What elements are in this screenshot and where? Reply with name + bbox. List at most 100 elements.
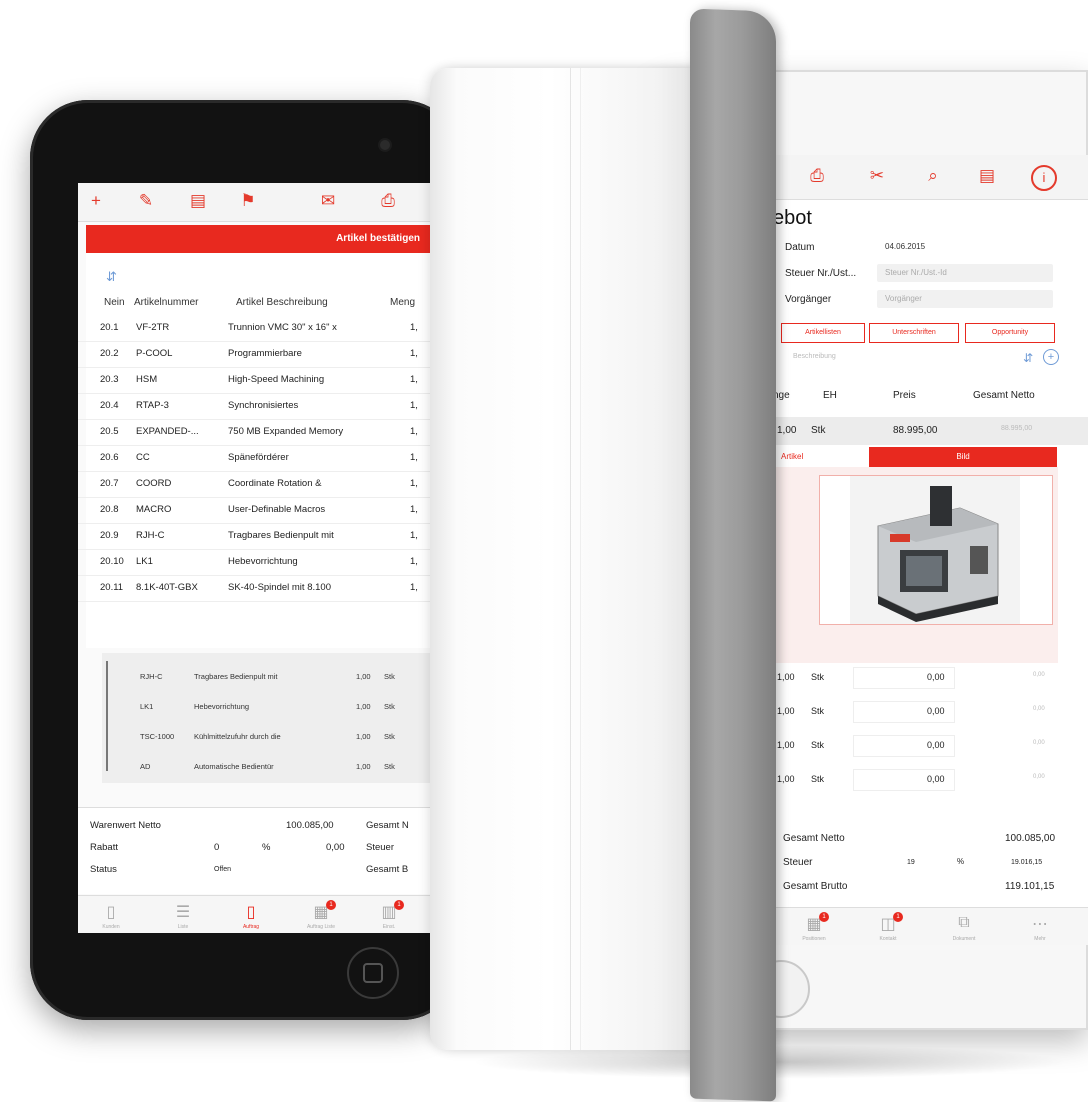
cell-art: EXPANDED-... (136, 426, 199, 437)
sub-row[interactable]: LK1 Hebevorrichtung 1,00 Stk (78, 693, 438, 719)
home-button[interactable] (347, 947, 399, 999)
right-screen: ⎙ ✂ ⌕ ▤ i ebot Datum 04.06.2015 Steuer N… (772, 155, 1088, 945)
segment-artikellisten[interactable]: Artikellisten (781, 323, 865, 343)
cell-no: 20.10 (100, 556, 124, 567)
steuer-label: Steuer (783, 857, 813, 868)
sub-row[interactable]: RJH-C Tragbares Bedienpult mit 1,00 Stk (78, 663, 438, 689)
tab-auftrag-icon[interactable]: ▯ (240, 902, 262, 922)
table-row[interactable]: 20.6 CC Spänefördérer 1, (78, 445, 438, 472)
table-row[interactable]: 20.8 MACRO User-Definable Macros 1, (78, 497, 438, 524)
cell-desc: User-Definable Macros (228, 504, 326, 515)
col-description: Artikel Beschreibung (236, 297, 328, 308)
field-datum[interactable]: Datum 04.06.2015 (773, 237, 1088, 259)
sub-cell-desc: Automatische Bedientür (194, 762, 274, 771)
cell-no: 20.8 (100, 504, 119, 515)
add-icon[interactable]: + (1043, 349, 1059, 365)
segment-opportunity[interactable]: Opportunity (965, 323, 1055, 343)
cell-no: 20.5 (100, 426, 119, 437)
print-icon[interactable]: ⎙ (378, 192, 398, 210)
signature-icon[interactable]: ✎ (136, 192, 156, 210)
tab-liste-icon[interactable]: ☰ (172, 902, 194, 922)
status-value[interactable]: Offen (214, 866, 231, 873)
tab-bild[interactable]: Bild (869, 447, 1057, 467)
sub-cell-art: RJH-C (140, 672, 163, 681)
info-icon[interactable]: i (1031, 165, 1057, 191)
table-row[interactable]: 20.11 8.1K-40T-GBX SK-40-Spindel mit 8.100… (78, 575, 438, 602)
tab-more-icon[interactable]: ⋯ (1029, 914, 1051, 934)
sub-item-row[interactable]: 1,00 Stk 0,00 0,00 (773, 765, 1088, 795)
sub-item-total: 0,00 (1033, 672, 1045, 678)
product-image-frame (819, 475, 1053, 625)
confirm-articles-button[interactable]: Artikel bestätigen (86, 225, 438, 253)
sub-cell-art: LK1 (140, 702, 154, 711)
segment-unterschriften[interactable]: Unterschriften (869, 323, 959, 343)
col-no: Nein (104, 297, 125, 308)
sub-item-qty: 1,00 (777, 672, 795, 682)
tab-more-label: Mehr (1034, 936, 1046, 942)
table-row[interactable]: 20.7 COORD Coordinate Rotation & 1, (78, 471, 438, 498)
total-brutto-row: Gesamt Brutto 119.101,15 (773, 875, 1088, 899)
cell-qty: 1, (410, 400, 418, 411)
sub-item-price: 0,00 (927, 774, 945, 784)
table-row[interactable]: 20.4 RTAP-3 Synchronisiertes 1, (78, 393, 438, 420)
cell-art: P-COOL (136, 348, 173, 359)
page-title: ebot (773, 207, 812, 229)
table-row[interactable]: 20.10 LK1 Hebevorrichtung 1, (78, 549, 438, 576)
field-label: Datum (785, 242, 815, 253)
segment-control: Artikellisten Unterschriften Opportunity (773, 323, 1063, 343)
right-tab-bar: ▦ 1 Positionen ◫ 1 Kontakt ⧉ Dokument ⋯ … (773, 907, 1088, 945)
cell-art: RJH-C (136, 530, 165, 541)
cell-no: 20.1 (100, 322, 119, 333)
gesamt-brutto-label: Gesamt B (366, 864, 409, 875)
print-icon[interactable]: ⎙ (807, 167, 827, 185)
mail-icon[interactable]: ✉ (318, 192, 338, 210)
sub-cell-qty: 1,00 (356, 732, 371, 741)
table-row[interactable]: 20.3 HSM High-Speed Machining 1, (78, 367, 438, 394)
sub-item-total: 0,00 (1033, 740, 1045, 746)
cell-no: 20.9 (100, 530, 119, 541)
cell-art: HSM (136, 374, 158, 385)
tab-dokument-icon[interactable]: ⧉ (953, 914, 975, 934)
table-row[interactable]: 20.5 EXPANDED-... 750 MB Expanded Memory 1, (78, 419, 438, 446)
filter-icon[interactable]: ⇵ (106, 269, 117, 285)
item-row[interactable]: 1,00 Stk 88.995,00 88.995,00 (773, 417, 1088, 445)
filter-icon[interactable]: ⇵ (1023, 351, 1033, 365)
summary-row-rabatt: Rabatt 0 % 0,00 Steuer (78, 838, 438, 858)
table-row[interactable]: 20.1 VF-2TR Trunnion VMC 30" x 16" x 1, (78, 315, 438, 342)
tab-kunden-icon[interactable]: ▯ (100, 902, 122, 922)
search-icon[interactable]: ⌕ (923, 167, 943, 185)
sub-item-row[interactable]: 1,00 Stk 0,00 0,00 (773, 663, 1088, 693)
cell-desc: Hebevorrichtung (228, 556, 298, 567)
tools-icon[interactable]: ✂ (867, 167, 887, 185)
sub-row[interactable]: TSC-1000 Kühlmittelzufuhr durch die 1,00 St… (78, 723, 438, 749)
sub-item-qty: 1,00 (777, 740, 795, 750)
table-row[interactable]: 20.9 RJH-C Tragbares Bedienpult mit 1, (78, 523, 438, 550)
percent-sign: % (262, 842, 271, 853)
sub-cell-desc: Kühlmittelzufuhr durch die (194, 732, 281, 741)
table-row[interactable]: 20.2 P-COOL Programmierbare 1, (78, 341, 438, 368)
field-steuer-nr[interactable]: Steuer Nr./Ust... Steuer Nr./Ust.-Id (773, 263, 1088, 285)
tab-kunden-label: Kunden (102, 924, 120, 930)
cell-art: VF-2TR (136, 322, 170, 333)
edit-flag-icon[interactable]: ⚑ (238, 192, 258, 210)
sub-item-row[interactable]: 1,00 Stk 0,00 0,00 (773, 731, 1088, 761)
item-price: 88.995,00 (893, 425, 938, 436)
field-vorgaenger[interactable]: Vorgänger Vorgänger (773, 289, 1088, 311)
add-icon[interactable]: + (86, 192, 106, 210)
sub-row[interactable]: AD Automatische Bedientür 1,00 Stk (78, 753, 438, 779)
sub-item-row[interactable]: 1,00 Stk 0,00 0,00 (773, 697, 1088, 727)
rabatt-percent-input[interactable]: 0 (214, 842, 219, 853)
summary-row-warenwert: Warenwert Netto 100.085,00 Gesamt N (78, 816, 438, 836)
sub-item-unit: Stk (811, 672, 825, 682)
field-value: 04.06.2015 (885, 242, 926, 251)
sub-cell-art: TSC-1000 (140, 732, 175, 741)
steuer-percent-input[interactable]: 19 (907, 859, 915, 866)
clipboard-icon[interactable]: ▤ (977, 167, 997, 185)
tab-artikel[interactable]: Artikel (773, 447, 869, 468)
confirm-label: Artikel bestätigen (336, 233, 420, 244)
search-input[interactable]: Beschreibung (793, 353, 836, 360)
document-icon[interactable]: ▤ (188, 192, 208, 210)
sub-item-qty: 1,00 (777, 706, 795, 716)
cover-fold (580, 68, 581, 1050)
field-placeholder: Vorgänger (885, 294, 922, 303)
